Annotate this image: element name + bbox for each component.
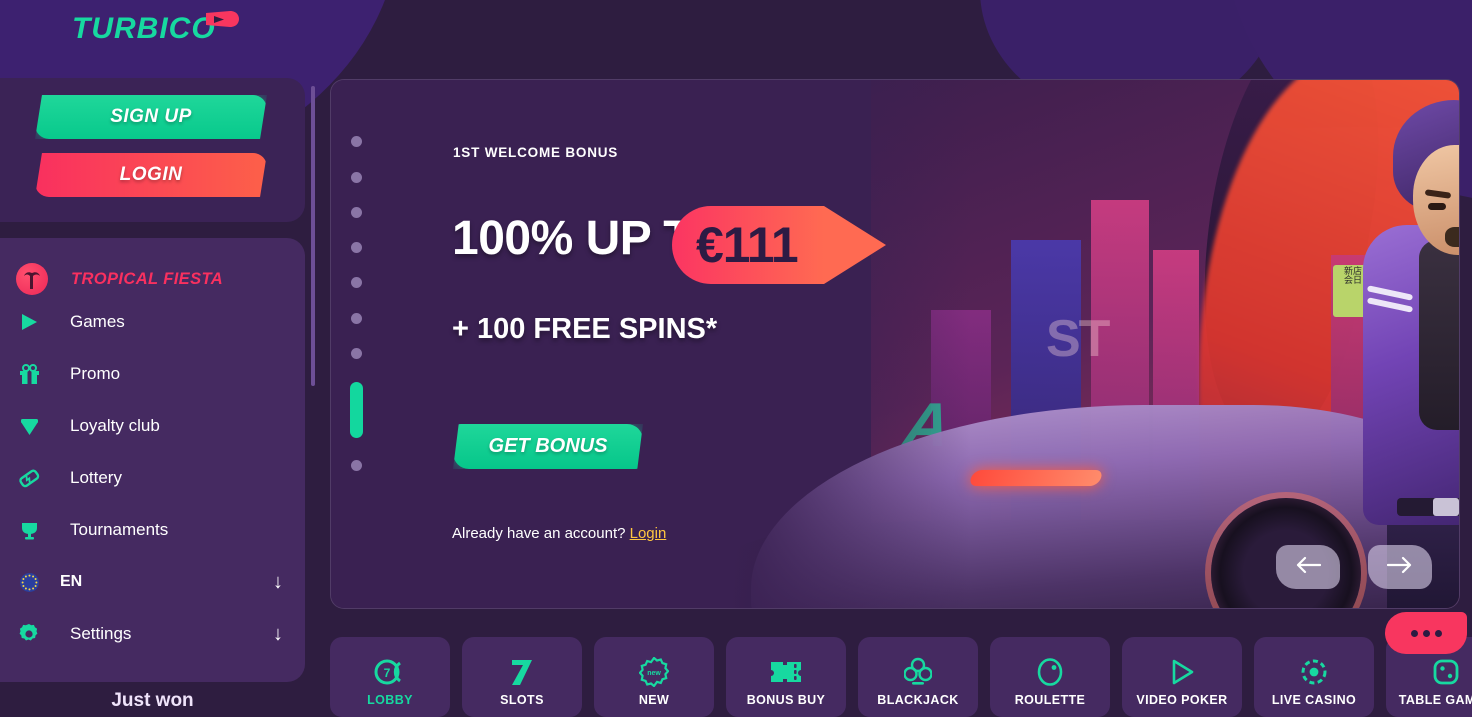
sidebar-item-lottery[interactable]: Lottery [0, 456, 305, 500]
banner-subline: + 100 FREE SPINS* [452, 313, 718, 345]
carousel-prev-button[interactable] [1276, 545, 1340, 589]
sidebar-item-label: Settings [70, 624, 132, 643]
category-label: LIVE CASINO [1271, 693, 1357, 707]
category-bar: 7 LOBBY SLOTS new NEW BONUS BUY BLACKJAC… [330, 637, 1472, 717]
gear-icon [14, 623, 44, 645]
category-roulette[interactable]: ROULETTE [990, 637, 1110, 717]
category-label: TABLE GAMES [1398, 693, 1472, 707]
carousel-dot[interactable] [351, 242, 362, 253]
play-triangle-icon [14, 312, 44, 332]
category-slots[interactable]: SLOTS [462, 637, 582, 717]
sidebar-item-tournaments[interactable]: Tournaments [0, 508, 305, 552]
category-live-casino[interactable]: LIVE CASINO [1254, 637, 1374, 717]
seven-icon [508, 655, 536, 689]
get-bonus-button[interactable]: GET BONUS [453, 424, 643, 469]
play-outline-icon [1167, 655, 1197, 689]
gift-icon [14, 363, 44, 385]
settings-arrow-down-icon[interactable]: ↓ [273, 624, 283, 644]
category-new[interactable]: new NEW [594, 637, 714, 717]
carousel-dot[interactable] [351, 207, 362, 218]
carousel-dot[interactable] [351, 348, 362, 359]
sidebar-scrollbar[interactable] [311, 86, 315, 386]
carousel-next-button[interactable] [1368, 545, 1432, 589]
roulette-wheel-icon [1035, 655, 1065, 689]
sidebar-item-language[interactable]: EN ↓ [0, 560, 305, 604]
sidebar-item-loyalty-club[interactable]: Loyalty club [0, 404, 305, 448]
artwork-neon-text: ST [1046, 310, 1110, 368]
banner-amount-badge: €111 [672, 206, 886, 284]
svg-text:7: 7 [384, 666, 391, 680]
auth-panel: SIGN UP LOGIN [0, 78, 305, 222]
new-badge-icon: new [639, 655, 669, 689]
sidebar-item-label: Loyalty club [70, 416, 160, 435]
eu-flag-icon [14, 572, 44, 593]
ticket-icon [14, 467, 44, 489]
sidebar-item-games[interactable]: Games [0, 300, 305, 344]
brand-name: TURBICO [72, 12, 216, 45]
chat-support-button[interactable] [1385, 612, 1467, 654]
carousel-dot-active[interactable] [350, 382, 363, 438]
svg-text:new: new [647, 670, 661, 677]
brand-logo[interactable]: TURBICO [72, 10, 240, 46]
category-label: ROULETTE [1014, 693, 1086, 707]
language-label: EN [60, 573, 83, 590]
palm-tree-circle-icon [16, 263, 48, 295]
category-blackjack[interactable]: BLACKJACK [858, 637, 978, 717]
carousel-dot[interactable] [351, 313, 362, 324]
casino-chip-icon [1299, 655, 1329, 689]
diamond-icon [14, 416, 44, 437]
bonus-ticket-icon [769, 655, 803, 689]
carousel-dot[interactable] [351, 172, 362, 183]
login-button[interactable]: LOGIN [35, 153, 267, 197]
artwork-character [1341, 100, 1459, 608]
sidebar-item-label: Lottery [70, 468, 122, 487]
category-lobby[interactable]: 7 LOBBY [330, 637, 450, 717]
sidebar-item-label: Tournaments [70, 520, 169, 539]
banner-kicker: 1ST WELCOME BONUS [453, 145, 619, 160]
club-suit-icon [904, 655, 932, 689]
banner-footer-text: Already have an account? [452, 525, 626, 542]
category-label: NEW [638, 693, 670, 707]
category-label: BLACKJACK [877, 693, 959, 707]
arrow-right-icon [1386, 556, 1413, 578]
ellipsis-chat-icon [1410, 629, 1442, 637]
category-label: LOBBY [367, 693, 413, 707]
carousel-dot[interactable] [351, 277, 362, 288]
carousel-pagination[interactable] [350, 136, 366, 476]
sidebar-item-promo[interactable]: Promo [0, 352, 305, 396]
dice-icon [1431, 655, 1461, 689]
category-video-poker[interactable]: VIDEO POKER [1122, 637, 1242, 717]
language-arrow-down-icon[interactable]: ↓ [273, 572, 283, 592]
arrow-left-icon [1295, 556, 1322, 578]
category-label: VIDEO POKER [1136, 693, 1228, 707]
sign-up-button[interactable]: SIGN UP [35, 95, 267, 139]
turbico-rocket-icon [204, 8, 240, 39]
carousel-dot[interactable] [351, 460, 362, 471]
sidebar-item-label: Games [70, 312, 125, 331]
sidebar-item-settings[interactable]: Settings ↓ [0, 612, 305, 656]
sidebar-item-label: TROPICAL FIESTA [71, 269, 224, 288]
sidebar-nav-panel: TROPICAL FIESTA Games Promo Loyalty club… [0, 238, 305, 682]
sidebar-item-tropical-fiesta[interactable]: TROPICAL FIESTA [0, 254, 305, 304]
carousel-dot[interactable] [351, 136, 362, 147]
sidebar: SIGN UP LOGIN TROPICAL FIESTA Games Prom… [0, 0, 315, 717]
banner-login-link[interactable]: Login [630, 525, 667, 542]
lobby-seven-icon: 7 [373, 655, 407, 689]
trophy-icon [14, 520, 44, 541]
category-bonus-buy[interactable]: BONUS BUY [726, 637, 846, 717]
just-won-title: Just won [111, 690, 194, 711]
category-label: SLOTS [500, 693, 544, 707]
category-label: BONUS BUY [746, 693, 826, 707]
artwork-car-taillight [968, 470, 1104, 486]
banner-footer: Already have an account? Login [452, 525, 666, 542]
sidebar-item-label: Promo [70, 364, 121, 383]
